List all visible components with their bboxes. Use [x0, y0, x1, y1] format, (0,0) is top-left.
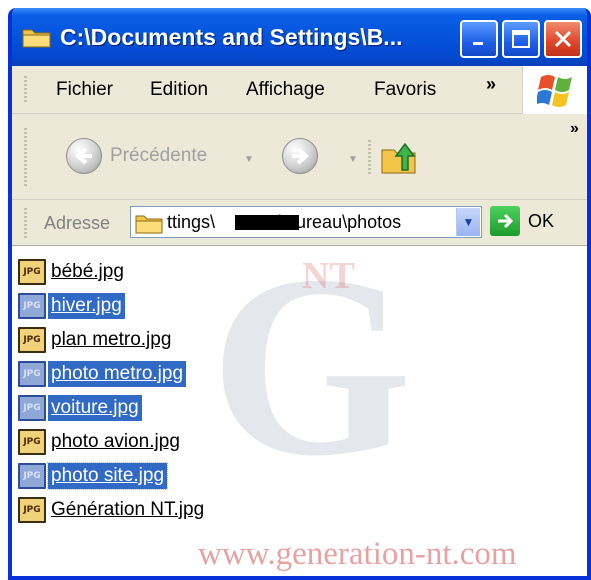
windows-logo — [522, 66, 587, 114]
file-name: Génération NT.jpg — [51, 499, 205, 520]
jpg-file-icon: JPG — [18, 293, 46, 319]
jpg-file-icon: JPG — [18, 497, 46, 523]
file-item[interactable]: JPG hiver.jpg — [18, 292, 125, 320]
jpg-file-icon: JPG — [18, 259, 46, 285]
address-dropdown-button[interactable]: ▼ — [456, 208, 480, 236]
forward-arrow-icon — [282, 138, 318, 174]
jpg-file-icon: JPG — [18, 327, 46, 353]
go-label: OK — [528, 210, 555, 231]
back-label: Précédente — [110, 145, 208, 166]
address-input[interactable]: ttings\ \Bureau\photos ▼ — [130, 206, 482, 238]
address-label: Adresse — [44, 213, 111, 233]
folder-icon — [135, 215, 163, 234]
menu-favoris[interactable]: Favoris — [374, 66, 436, 114]
back-button[interactable]: Précédente — [66, 138, 207, 174]
file-item[interactable]: JPG bébé.jpg — [18, 258, 127, 286]
address-path-start: ttings\ — [167, 212, 216, 232]
jpg-file-icon: JPG — [18, 361, 46, 387]
file-item[interactable]: JPG photo avion.jpg — [18, 428, 183, 456]
go-button[interactable]: OK — [490, 206, 554, 236]
minimize-icon — [473, 42, 483, 45]
menu-affichage[interactable]: Affichage — [246, 66, 325, 114]
menu-more-chevron[interactable]: » — [486, 74, 496, 95]
back-arrow-icon — [66, 138, 102, 174]
minimize-button[interactable] — [460, 20, 498, 58]
watermark-logo-text: NT — [302, 255, 355, 297]
jpg-file-icon: JPG — [18, 395, 46, 421]
menubar-grip[interactable] — [24, 76, 27, 104]
toolbar-more-chevron[interactable]: » — [570, 120, 579, 138]
file-name: voiture.jpg — [48, 395, 142, 421]
back-dropdown-icon[interactable]: ▼ — [244, 154, 254, 165]
file-name: photo avion.jpg — [51, 431, 180, 452]
file-name: plan metro.jpg — [51, 329, 172, 350]
close-icon — [554, 30, 572, 48]
jpg-file-icon: JPG — [18, 429, 46, 455]
file-item[interactable]: JPG plan metro.jpg — [18, 326, 174, 354]
file-item[interactable]: JPG photo metro.jpg — [18, 360, 187, 388]
file-name: bébé.jpg — [51, 261, 124, 282]
file-list: G NT www.generation-nt.com JPG bébé.jpg … — [12, 246, 587, 576]
redacted-block — [235, 215, 299, 230]
menu-bar: Fichier Edition Affichage Favoris » — [12, 66, 587, 114]
maximize-icon — [512, 30, 530, 48]
maximize-button[interactable] — [502, 20, 540, 58]
addressbar-grip[interactable] — [24, 208, 27, 238]
file-name: photo metro.jpg — [48, 361, 187, 387]
folder-icon — [22, 29, 51, 48]
file-item[interactable]: JPG Génération NT.jpg — [18, 496, 207, 524]
chevron-down-icon: ▼ — [462, 215, 475, 229]
close-button[interactable] — [544, 20, 582, 58]
go-arrow-icon — [490, 206, 520, 236]
toolbar-grip[interactable] — [24, 128, 27, 188]
file-item[interactable]: JPG voiture.jpg — [18, 394, 142, 422]
file-item[interactable]: JPG photo site.jpg — [18, 462, 169, 490]
explorer-window: C:\Documents and Settings\B... Fichier E… — [8, 8, 591, 580]
watermark-url: www.generation-nt.com — [198, 536, 517, 572]
file-name: hiver.jpg — [48, 293, 125, 319]
file-name: photo site.jpg — [46, 462, 169, 490]
address-bar: Adresse ttings\ \Bureau\photos ▼ OK — [12, 200, 587, 246]
window-title: C:\Documents and Settings\B... — [60, 24, 403, 50]
forward-button[interactable] — [282, 138, 318, 174]
menu-edition[interactable]: Edition — [150, 66, 208, 114]
forward-dropdown-icon[interactable]: ▼ — [348, 154, 358, 165]
toolbar-separator — [368, 140, 371, 174]
menu-fichier[interactable]: Fichier — [56, 66, 113, 114]
navigation-toolbar: Précédente ▼ ▼ » — [12, 114, 587, 200]
folder-up-icon[interactable] — [380, 138, 420, 176]
jpg-file-icon: JPG — [18, 463, 46, 489]
windows-flag-icon — [537, 75, 572, 107]
title-bar[interactable]: C:\Documents and Settings\B... — [12, 8, 587, 66]
